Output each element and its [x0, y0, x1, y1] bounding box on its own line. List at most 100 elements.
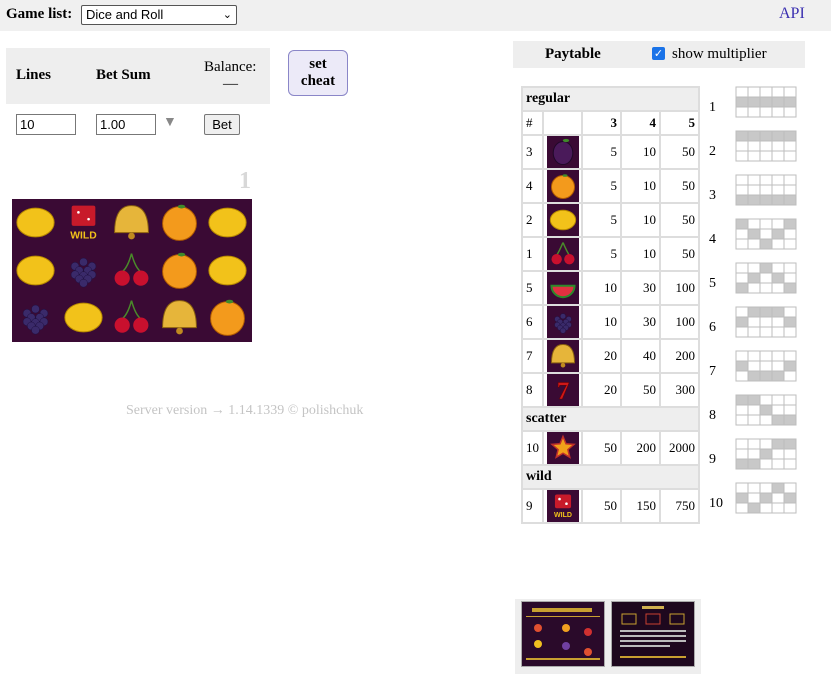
payline-pattern — [735, 394, 797, 426]
payline-cell — [783, 218, 797, 230]
payline-cell — [735, 360, 749, 372]
payout-v4: 10 — [620, 202, 661, 238]
payline-cell — [747, 228, 761, 240]
watermelon-icon — [542, 270, 583, 306]
payline-cell — [747, 140, 761, 152]
payline-cell — [759, 194, 773, 206]
set-cheat-button[interactable]: set cheat — [288, 50, 348, 96]
bell-icon — [156, 294, 204, 342]
screenshot-thumbnail[interactable] — [521, 601, 605, 667]
payline-cell — [771, 194, 785, 206]
payout-v5: 100 — [659, 270, 700, 306]
payout-v4: 150 — [620, 488, 661, 524]
payout-v4: 40 — [620, 338, 661, 374]
payline-pattern — [735, 130, 797, 162]
payout-v4: 30 — [620, 304, 661, 340]
paytable-col-header: 3 — [581, 110, 622, 136]
payline-cell — [771, 106, 785, 118]
seven-icon: 7 — [542, 372, 583, 408]
payout-v3: 5 — [581, 202, 622, 238]
payline-cell — [747, 438, 761, 450]
screenshot-thumbnail[interactable] — [611, 601, 695, 667]
payout-v4: 10 — [620, 236, 661, 272]
lines-input[interactable]: 10 — [16, 114, 76, 135]
payline-cell — [783, 492, 797, 504]
payline-cell — [735, 262, 749, 274]
payline-cell — [747, 350, 761, 362]
payline-number: 7 — [709, 364, 716, 379]
payline-cell — [771, 184, 785, 196]
symbol-id: 2 — [521, 202, 544, 238]
payline-cell — [735, 174, 749, 186]
svg-text:WILD: WILD — [554, 512, 572, 519]
paytable-col-header: 4 — [620, 110, 661, 136]
payline-cell — [735, 140, 749, 152]
payout-v3: 5 — [581, 236, 622, 272]
paytable-section-scatter: scatter — [521, 406, 700, 432]
payline-cell — [747, 174, 761, 186]
payline-cell — [735, 184, 749, 196]
payline-cell — [735, 448, 749, 460]
payline-cell — [747, 184, 761, 196]
lines-label: Lines — [16, 67, 52, 83]
paytable-row: 5 10 30 100 — [521, 270, 700, 306]
payline-cell — [771, 282, 785, 294]
payline-cell — [771, 394, 785, 406]
balance-label: Balance: — [204, 59, 257, 75]
payline-cell — [771, 272, 785, 284]
payline-cell — [735, 272, 749, 284]
payout-v5: 50 — [659, 134, 700, 170]
payline-cell — [735, 194, 749, 206]
symbol-id: 1 — [521, 236, 544, 272]
symbol-id: 3 — [521, 134, 544, 170]
reel-number: 1 — [239, 168, 251, 194]
payline-cell — [735, 130, 749, 142]
payline-cell — [735, 458, 749, 470]
game-select[interactable]: Dice and Roll ⌄ — [81, 5, 237, 25]
payline-cell — [759, 218, 773, 230]
lemon-icon — [542, 202, 583, 238]
payline-cell — [783, 150, 797, 162]
paytable-row: 8 7 20 50 300 — [521, 372, 700, 408]
payline-cell — [783, 482, 797, 494]
payline-cell — [783, 184, 797, 196]
dice-wild-icon: WILD — [542, 488, 583, 524]
game-list-label: Game list: — [6, 6, 73, 22]
show-multiplier-checkbox[interactable]: ✓ — [652, 47, 665, 60]
payline-cell — [759, 404, 773, 416]
bet-dropdown-arrow-icon[interactable]: ▼ — [163, 115, 177, 131]
payline-cell — [735, 96, 749, 108]
payout-v3: 20 — [581, 372, 622, 408]
payline-cell — [747, 282, 761, 294]
lemon-icon — [60, 294, 108, 342]
payline-cell — [747, 448, 761, 460]
payline-cell — [783, 174, 797, 186]
payline-cell — [759, 86, 773, 98]
payline-cell — [759, 316, 773, 328]
bet-button[interactable]: Bet — [204, 114, 240, 135]
payout-v3: 10 — [581, 270, 622, 306]
lemon-icon — [12, 247, 60, 295]
symbol-id: 4 — [521, 168, 544, 204]
payline-pattern — [735, 218, 797, 250]
payline-cell — [735, 326, 749, 338]
payline-cell — [783, 394, 797, 406]
payline-cell — [771, 502, 785, 514]
chevron-down-icon: ⌄ — [222, 9, 232, 21]
payline-number: 3 — [709, 188, 716, 203]
grapes-icon — [12, 294, 60, 342]
payline-cell — [759, 238, 773, 250]
bet-sum-label: Bet Sum — [96, 67, 151, 83]
payline-cell — [735, 350, 749, 362]
set-cheat-label-2: cheat — [300, 73, 336, 89]
payline-cell — [735, 316, 749, 328]
bet-sum-input[interactable]: 1.00 — [96, 114, 156, 135]
payout-v4: 10 — [620, 134, 661, 170]
api-link[interactable]: API — [779, 5, 805, 23]
payline-cell — [759, 174, 773, 186]
payline-cell — [759, 306, 773, 318]
paytable-row: 6 10 30 100 — [521, 304, 700, 340]
paytable-section-wild: wild — [521, 464, 700, 490]
payline-cell — [771, 96, 785, 108]
payout-v5: 100 — [659, 304, 700, 340]
